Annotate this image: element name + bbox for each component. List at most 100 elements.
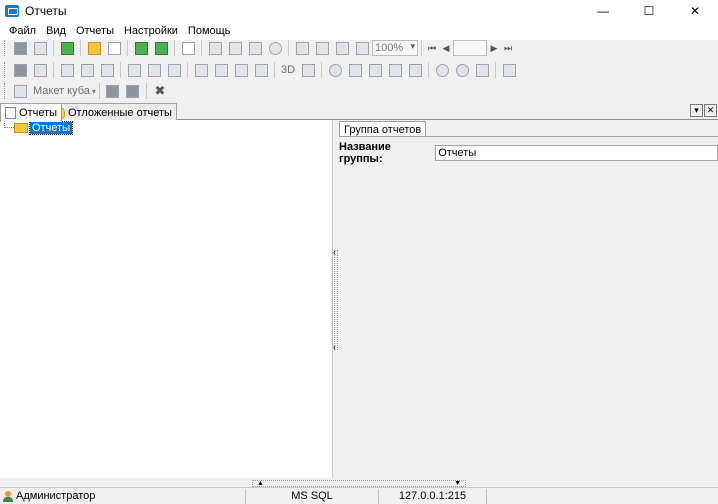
expand-up-icon[interactable]: ▲ [257,480,264,487]
layout-delete-button[interactable]: ✖ [150,81,170,101]
cube-layout-button[interactable]: Макет куба [33,85,90,97]
toolbar-separator [274,62,275,78]
collapse-left-icon[interactable]: ‹ [333,248,336,257]
filter-button[interactable] [499,60,519,80]
format-button[interactable] [164,60,184,80]
cube-save-button[interactable] [10,60,30,80]
app-window: Отчеты — ☐ ✕ Файл Вид Отчеты Настройки П… [0,0,718,504]
zoom-out-button[interactable] [452,60,472,80]
sum-button[interactable] [124,60,144,80]
toolbar-grip[interactable] [4,83,7,99]
document-icon [5,107,16,119]
cloud-button[interactable] [325,60,345,80]
import-icon [134,41,148,55]
zoom-combo[interactable]: 100% [372,40,418,56]
multi-pages-icon [355,41,369,55]
cut-button[interactable] [345,60,365,80]
menu-view[interactable]: Вид [41,25,71,37]
columns-button[interactable] [385,60,405,80]
view-two-pages-button[interactable] [332,38,352,58]
layout-save-as-button[interactable] [123,81,143,101]
horizontal-splitter[interactable]: ▲ ▼ [252,480,466,487]
edit-button[interactable] [178,38,198,58]
zoom-fit-icon [475,63,489,77]
last-page-button[interactable]: ⏭ [501,38,515,58]
chart-3d-button[interactable]: 3D [281,64,295,76]
calc-button[interactable] [144,60,164,80]
user-icon [3,490,13,502]
tab-report-group[interactable]: Группа отчетов [339,121,427,137]
view-multi-pages-button[interactable] [352,38,372,58]
find-button[interactable] [265,38,285,58]
page-number-input[interactable] [453,40,487,56]
document-icon [107,41,121,55]
rows-button[interactable] [405,60,425,80]
page-setup-button[interactable] [245,38,265,58]
magnifier-icon [268,41,282,55]
toolbar-grip[interactable] [4,62,7,78]
pivot-button[interactable] [97,60,117,80]
next-page-button[interactable]: ▶ [487,38,501,58]
toolbar-separator [495,62,497,78]
expand-down-icon[interactable]: ▼ [454,480,461,487]
group-name-label: Название группы: [339,141,391,165]
binoculars-button[interactable] [77,60,97,80]
eraser-button[interactable] [365,60,385,80]
new-report-button[interactable] [104,38,124,58]
toolbar-separator [288,40,289,56]
open-folder-button[interactable] [84,38,104,58]
prev-page-button[interactable]: ◀ [439,38,453,58]
export-button[interactable] [151,38,171,58]
maximize-button[interactable]: ☐ [626,0,672,22]
view-one-page-button[interactable] [292,38,312,58]
layout-save-button[interactable] [103,81,123,101]
status-server: 127.0.0.1:215 [379,488,487,504]
tabs-close-button[interactable]: ✕ [704,104,717,117]
tree-node-reports[interactable]: Отчеты [4,121,74,135]
menu-settings[interactable]: Настройки [119,25,183,37]
save-icon [13,41,27,55]
print-button[interactable] [205,38,225,58]
refresh-button[interactable] [57,38,77,58]
save-icon [13,63,27,77]
menu-reports[interactable]: Отчеты [71,25,119,37]
first-page-button[interactable]: ⏮ [425,38,439,58]
collapse-left-icon[interactable]: ‹ [333,343,336,352]
cube-printer-button[interactable] [251,60,271,80]
columns-icon [388,63,402,77]
zoom-in-button[interactable] [432,60,452,80]
cube-print-button[interactable] [231,60,251,80]
cloud-icon [328,63,342,77]
cube-layout-dropdown-icon[interactable]: ▾ [92,87,96,96]
toolbar-grip[interactable] [4,40,7,56]
layers-icon [33,63,47,77]
link-button[interactable] [57,60,77,80]
toolbar-separator [321,62,323,78]
minimize-button[interactable]: — [580,0,626,22]
group-name-input[interactable]: Отчеты [435,145,718,161]
grid-button[interactable] [191,60,211,80]
view-page-width-button[interactable] [312,38,332,58]
cube-export-button[interactable] [211,60,231,80]
tab-reports[interactable]: Отчеты [0,103,63,122]
chart-type-button[interactable] [298,60,318,80]
cube-layout-icon-wrap[interactable] [10,81,30,101]
binoculars-icon [80,63,94,77]
save-button[interactable] [10,38,30,58]
cube-layers-button[interactable] [30,60,50,80]
close-button[interactable]: ✕ [672,0,718,22]
tabs-dropdown-button[interactable]: ▾ [690,104,703,117]
print-preview-button[interactable] [225,38,245,58]
tab-deferred-reports[interactable]: Отложенные отчеты [50,103,177,121]
delete-button[interactable] [30,38,50,58]
tab-reports-label: Отчеты [19,107,58,119]
zoom-fit-button[interactable] [472,60,492,80]
menu-file[interactable]: Файл [4,25,41,37]
import-button[interactable] [131,38,151,58]
status-user: Администратор [0,488,246,504]
pivot-icon [100,63,114,77]
menu-help[interactable]: Помощь [183,25,236,37]
toolbar-separator [53,40,54,56]
toolbar-main: 100% ⏮ ◀ ▶ ⏭ [0,37,718,59]
sum-icon [127,63,141,77]
